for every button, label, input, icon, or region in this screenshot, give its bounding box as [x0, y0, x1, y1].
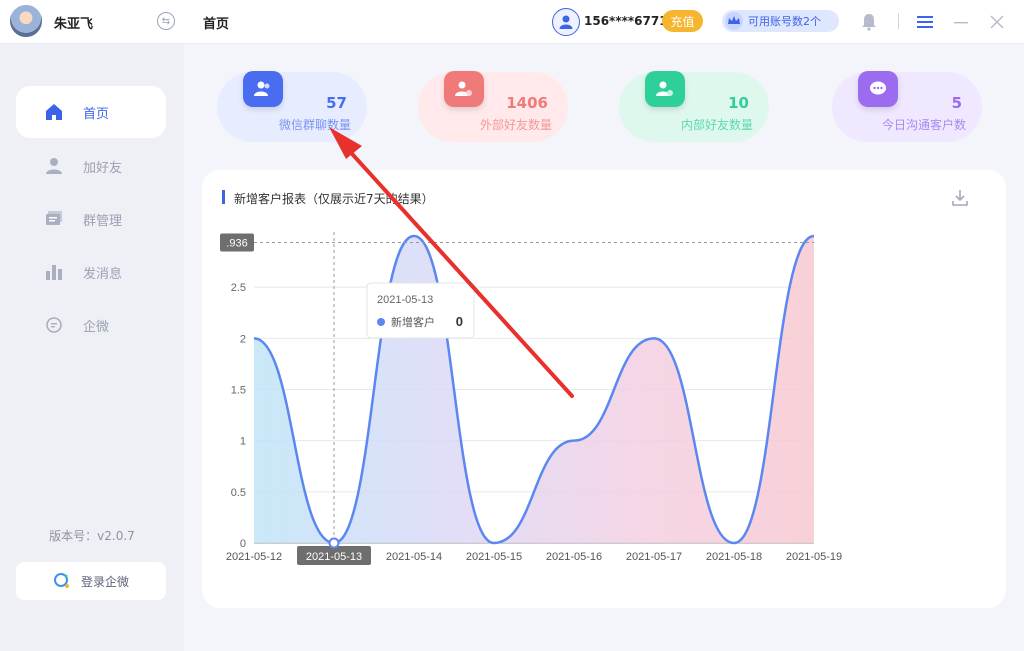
x-tick-label: 2021-05-19 [786, 551, 842, 563]
sidebar-item-label: 加好友 [83, 160, 123, 176]
sidebar-item-add-friend[interactable]: 加好友 [16, 140, 166, 192]
x-tick-label: 2021-05-17 [626, 551, 682, 563]
sidebar-item-send-message[interactable]: 发消息 [16, 246, 166, 298]
sidebar-item-label: 企微 [83, 319, 110, 335]
chat-icon [44, 315, 64, 335]
sidebar-item-home[interactable]: 首页 [16, 86, 166, 138]
recharge-button[interactable]: 充值 [662, 10, 703, 32]
stat-value: 1406 [506, 94, 548, 112]
stat-label: 微信群聊数量 [278, 118, 351, 132]
home-icon [44, 102, 64, 122]
stat-card-today-customers[interactable]: 5 今日沟通客户数 [832, 71, 982, 142]
tooltip-series-dot [377, 318, 385, 326]
divider [898, 13, 899, 29]
y-tick-label: 1 [240, 436, 246, 448]
x-tick-label: 2021-05-14 [386, 551, 442, 563]
sidebar: 朱亚飞 ⇆ 首页 加好友 群管理 发消息 企微 版本号：v2.0.7 登录企微 [0, 0, 184, 651]
switch-account-icon[interactable]: ⇆ [157, 12, 175, 30]
sidebar-item-label: 发消息 [83, 266, 123, 282]
stat-value: 57 [326, 94, 347, 112]
login-wecom-label: 登录企微 [80, 574, 129, 589]
y-tick-label: 2 [240, 333, 246, 345]
x-tick-label: 2021-05-12 [226, 551, 282, 563]
new-customer-report-card: 新增客户报表（仅展示近7天的结果） 0 0.5 1 1.5 2 2.5 2021-05-12… [202, 170, 1006, 608]
close-icon[interactable] [986, 11, 1008, 33]
stat-card-wechat-groups[interactable]: 57 微信群聊数量 [217, 71, 367, 142]
bell-icon[interactable] [858, 11, 880, 33]
internal-friend-icon [645, 71, 685, 107]
wecom-logo-icon [53, 572, 71, 590]
minimize-icon[interactable] [950, 11, 972, 33]
page-title: 首页 [203, 17, 230, 32]
message-icon [858, 71, 898, 107]
tooltip-value: 0 [456, 314, 463, 329]
external-friend-icon [444, 71, 484, 107]
tooltip-series-name: 新增客户 [391, 315, 435, 329]
x-tick-label: 2021-05-16 [546, 551, 602, 563]
version-label: 版本号：v2.0.7 [49, 529, 135, 543]
stat-card-external-friends[interactable]: 1406 外部好友数量 [418, 71, 568, 142]
available-accounts-label: 可用账号数2个 [748, 15, 821, 28]
y-tick-label: 0.5 [231, 487, 246, 499]
y-tick-label: 2.5 [231, 282, 246, 294]
stat-label: 外部好友数量 [479, 118, 552, 132]
sidebar-item-label: 首页 [83, 106, 110, 122]
highlight-point [328, 537, 340, 549]
group-manage-icon [44, 209, 64, 229]
group-icon [243, 71, 283, 107]
bar-chart-icon [44, 262, 64, 282]
stat-card-internal-friends[interactable]: 10 内部好友数量 [619, 71, 769, 142]
y-tick-label: 0 [240, 538, 246, 550]
menu-icon[interactable] [914, 11, 936, 33]
line-area-chart[interactable]: 0 0.5 1 1.5 2 2.5 2021-05-12 2021-05-13 2021-05-… [202, 170, 1006, 608]
phone-number: 156****6771 [584, 14, 668, 28]
sidebar-item-group-manage[interactable]: 群管理 [16, 193, 166, 245]
x-tick-label: 2021-05-15 [466, 551, 522, 563]
crown-icon [724, 11, 744, 31]
y-tick-label: 1.5 [231, 385, 246, 397]
stat-value: 10 [728, 94, 749, 112]
user-profile: 朱亚飞 ⇆ [0, 0, 184, 44]
header: 首页 156****6771 充值 可用账号数2个 [184, 0, 1024, 44]
avatar[interactable] [8, 3, 44, 39]
tooltip-box [366, 282, 475, 339]
login-wecom-button[interactable]: 登录企微 [16, 562, 166, 600]
sidebar-item-label: 群管理 [83, 213, 123, 229]
x-tick-label: 2021-05-13 [306, 551, 362, 563]
user-name: 朱亚飞 [54, 17, 94, 32]
x-tick-label: 2021-05-18 [706, 551, 762, 563]
tooltip-date: 2021-05-13 [377, 294, 433, 306]
y-axis-pointer-label: .936 [226, 238, 247, 250]
user-add-icon [44, 156, 64, 176]
user-icon [552, 8, 580, 36]
available-accounts-badge[interactable]: 可用账号数2个 [722, 10, 839, 32]
stat-value: 5 [951, 94, 962, 112]
stat-label: 今日沟通客户数 [881, 118, 966, 132]
stat-label: 内部好友数量 [680, 118, 753, 132]
sidebar-item-wecom[interactable]: 企微 [16, 299, 166, 351]
